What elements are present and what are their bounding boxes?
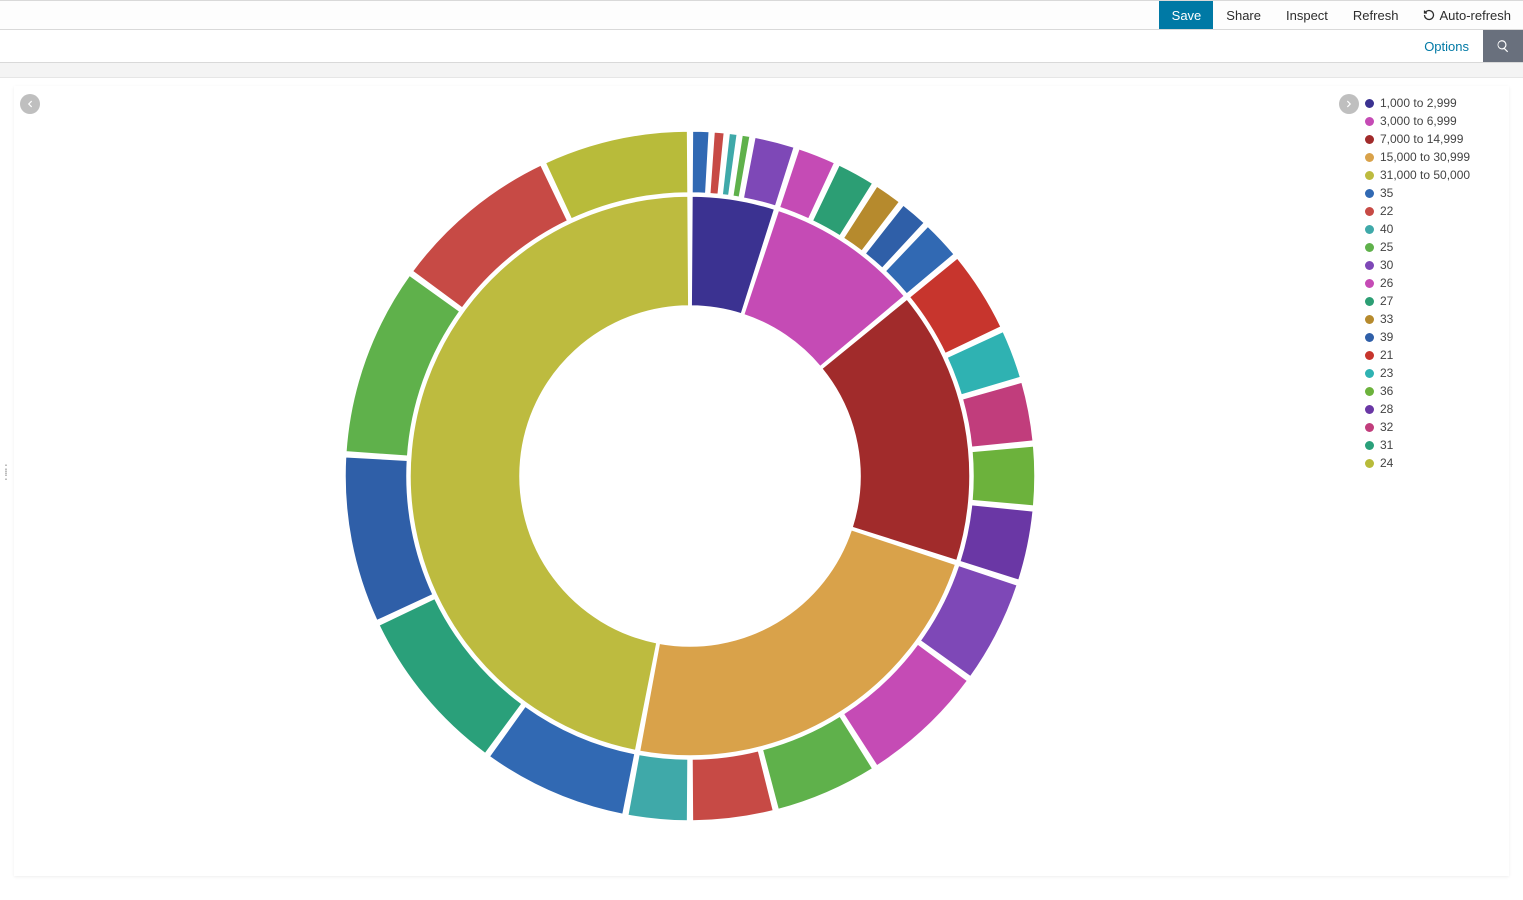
- legend-item[interactable]: 15,000 to 30,999: [1365, 150, 1505, 164]
- legend-label: 3,000 to 6,999: [1380, 114, 1457, 128]
- chevron-left-icon: [25, 99, 35, 109]
- donut-chart[interactable]: [14, 86, 1365, 876]
- legend-item[interactable]: 1,000 to 2,999: [1365, 96, 1505, 110]
- legend-item[interactable]: 39: [1365, 330, 1505, 344]
- legend-label: 31,000 to 50,000: [1380, 168, 1470, 182]
- outer-slice[interactable]: [627, 754, 687, 821]
- chevron-right-icon: [1344, 99, 1354, 109]
- panel-next-button[interactable]: [1339, 94, 1359, 114]
- legend-swatch: [1365, 171, 1374, 180]
- legend-item[interactable]: 7,000 to 14,999: [1365, 132, 1505, 146]
- legend-item[interactable]: 31,000 to 50,000: [1365, 168, 1505, 182]
- legend-swatch: [1365, 261, 1374, 270]
- topbar: Save Share Inspect Refresh Auto-refresh: [0, 0, 1523, 30]
- legend-label: 25: [1380, 240, 1393, 254]
- outer-slice[interactable]: [691, 751, 772, 821]
- legend-item[interactable]: 22: [1365, 204, 1505, 218]
- subbar: Options: [0, 30, 1523, 63]
- legend-label: 21: [1380, 348, 1393, 362]
- legend-swatch: [1365, 135, 1374, 144]
- auto-refresh-button[interactable]: Auto-refresh: [1410, 1, 1523, 29]
- legend-label: 22: [1380, 204, 1393, 218]
- legend-item[interactable]: 3,000 to 6,999: [1365, 114, 1505, 128]
- legend-item[interactable]: 26: [1365, 276, 1505, 290]
- legend-item[interactable]: 21: [1365, 348, 1505, 362]
- legend-swatch: [1365, 333, 1374, 342]
- legend-swatch: [1365, 99, 1374, 108]
- legend-swatch: [1365, 369, 1374, 378]
- legend-swatch: [1365, 423, 1374, 432]
- legend-label: 28: [1380, 402, 1393, 416]
- legend-item[interactable]: 23: [1365, 366, 1505, 380]
- legend-swatch: [1365, 207, 1374, 216]
- outer-slice[interactable]: [691, 131, 708, 193]
- refresh-button[interactable]: Refresh: [1340, 1, 1411, 29]
- chart-panel: ⋮⋮ 1,000 to 2,9993,000 to 6,9997,000 to …: [14, 86, 1509, 876]
- legend-item[interactable]: 31: [1365, 438, 1505, 452]
- legend-item[interactable]: 28: [1365, 402, 1505, 416]
- outer-slice[interactable]: [709, 132, 724, 195]
- legend-swatch: [1365, 315, 1374, 324]
- legend-swatch: [1365, 405, 1374, 414]
- legend-label: 40: [1380, 222, 1393, 236]
- options-button[interactable]: Options: [1410, 30, 1483, 62]
- legend-label: 24: [1380, 456, 1393, 470]
- legend-item[interactable]: 33: [1365, 312, 1505, 326]
- legend-label: 27: [1380, 294, 1393, 308]
- legend-swatch: [1365, 153, 1374, 162]
- auto-refresh-label: Auto-refresh: [1439, 8, 1511, 23]
- panel-resize-handle[interactable]: ⋮⋮: [0, 466, 12, 478]
- legend-item[interactable]: 27: [1365, 294, 1505, 308]
- legend-item[interactable]: 40: [1365, 222, 1505, 236]
- legend-label: 36: [1380, 384, 1393, 398]
- legend-item[interactable]: 36: [1365, 384, 1505, 398]
- share-button[interactable]: Share: [1213, 1, 1273, 29]
- inspect-button[interactable]: Inspect: [1273, 1, 1340, 29]
- outer-slice[interactable]: [971, 446, 1034, 506]
- refresh-icon: [1423, 9, 1435, 21]
- legend-label: 35: [1380, 186, 1393, 200]
- legend-swatch: [1365, 243, 1374, 252]
- panel-prev-button[interactable]: [20, 94, 40, 114]
- legend-label: 15,000 to 30,999: [1380, 150, 1470, 164]
- legend-label: 39: [1380, 330, 1393, 344]
- legend-swatch: [1365, 351, 1374, 360]
- legend-item[interactable]: 25: [1365, 240, 1505, 254]
- filter-bar[interactable]: [0, 63, 1523, 78]
- legend-swatch: [1365, 225, 1374, 234]
- legend-label: 7,000 to 14,999: [1380, 132, 1463, 146]
- legend-label: 30: [1380, 258, 1393, 272]
- legend-swatch: [1365, 117, 1374, 126]
- chart-legend: 1,000 to 2,999 3,000 to 6,999 7,000 to 14,…: [1365, 86, 1509, 876]
- legend-swatch: [1365, 441, 1374, 450]
- legend-swatch: [1365, 459, 1374, 468]
- legend-item[interactable]: 35: [1365, 186, 1505, 200]
- legend-item[interactable]: 30: [1365, 258, 1505, 272]
- search-icon: [1496, 39, 1510, 53]
- legend-swatch: [1365, 279, 1374, 288]
- legend-item[interactable]: 32: [1365, 420, 1505, 434]
- legend-label: 1,000 to 2,999: [1380, 96, 1457, 110]
- save-button[interactable]: Save: [1159, 1, 1214, 29]
- legend-label: 32: [1380, 420, 1393, 434]
- legend-item[interactable]: 24: [1365, 456, 1505, 470]
- legend-label: 31: [1380, 438, 1393, 452]
- legend-label: 33: [1380, 312, 1393, 326]
- legend-label: 26: [1380, 276, 1393, 290]
- legend-swatch: [1365, 297, 1374, 306]
- search-toggle-button[interactable]: [1483, 30, 1523, 62]
- legend-swatch: [1365, 387, 1374, 396]
- legend-label: 23: [1380, 366, 1393, 380]
- legend-swatch: [1365, 189, 1374, 198]
